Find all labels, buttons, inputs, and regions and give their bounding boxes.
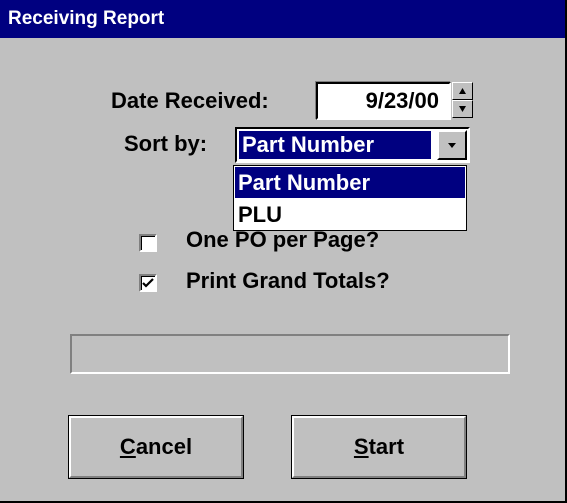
date-spinner[interactable]	[452, 82, 473, 118]
cancel-label-rest: ancel	[135, 434, 193, 459]
print-grand-totals-checkbox[interactable]	[139, 274, 157, 292]
start-button-label: Start	[292, 434, 466, 460]
checkmark-icon	[142, 278, 154, 288]
cancel-mnemonic: C	[119, 434, 136, 459]
triangle-up-icon	[459, 88, 466, 94]
one-po-per-page-checkbox[interactable]	[139, 234, 157, 252]
start-button[interactable]: Start	[291, 415, 467, 479]
cancel-button[interactable]: Cancel	[68, 415, 244, 479]
spin-up-button[interactable]	[452, 82, 473, 100]
chevron-down-icon	[448, 143, 456, 148]
triangle-down-icon	[459, 106, 466, 112]
start-label-rest: tart	[368, 434, 405, 459]
cancel-button-label: Cancel	[69, 434, 243, 460]
progress-bar	[70, 334, 510, 374]
sort-by-label: Sort by:	[124, 131, 208, 156]
sort-by-dropdown[interactable]: Part Number	[235, 127, 470, 163]
title-bar: Receiving Report	[0, 0, 565, 38]
spin-down-button[interactable]	[452, 100, 473, 118]
receiving-report-dialog: Receiving Report Date Received: 9/23/00 …	[0, 0, 567, 503]
start-mnemonic: S	[353, 434, 369, 459]
print-grand-totals-label: Print Grand Totals?	[186, 268, 390, 293]
date-received-value: 9/23/00	[365, 88, 439, 113]
sort-by-options-list[interactable]: Part Number PLU	[233, 165, 467, 231]
sort-by-selected-value: Part Number	[239, 131, 431, 159]
date-received-label: Date Received:	[111, 88, 269, 113]
window-title: Receiving Report	[8, 8, 165, 29]
date-received-input[interactable]: 9/23/00	[316, 82, 451, 120]
dropdown-button[interactable]	[437, 130, 467, 160]
sort-option-plu[interactable]: PLU	[235, 199, 465, 230]
sort-option-part-number[interactable]: Part Number	[235, 167, 465, 198]
